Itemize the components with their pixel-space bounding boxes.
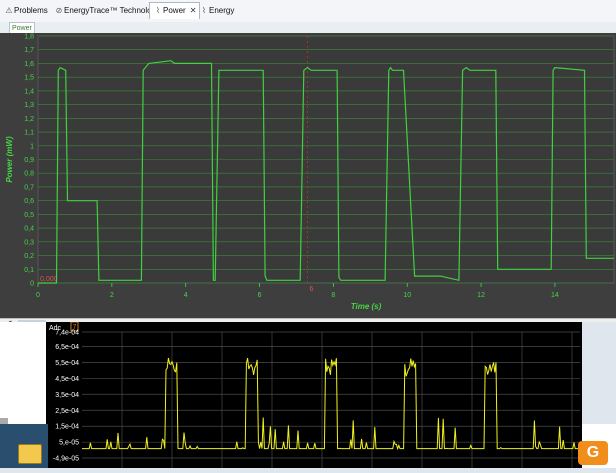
- y-tick-label: 6,5e-04: [55, 344, 79, 351]
- tab-label: Power: [163, 6, 186, 15]
- y-tick-label: 0,4: [24, 226, 34, 233]
- y-tick-label: 1: [30, 143, 34, 150]
- y-tick-label: 0,5: [24, 212, 34, 219]
- energytrace-icon: ⊘: [55, 6, 63, 15]
- y-tick-label: 0,8: [24, 171, 34, 178]
- scroll-stub: [0, 418, 8, 424]
- y-tick-label: 0,7: [24, 184, 34, 191]
- y-tick-label: 0,3: [24, 239, 34, 246]
- marker-label: 0,000: [40, 276, 58, 283]
- x-tick-label: 6: [258, 292, 262, 299]
- adc-chart[interactable]: Adc 7-4,9e-055,e-051,5e-042,5e-043,5e-044…: [0, 321, 582, 468]
- marker-label-mid: 6: [310, 286, 314, 293]
- y-axis-label: Power (mW): [5, 136, 14, 183]
- x-tick-label: 14: [551, 292, 559, 299]
- x-tick-label: 10: [403, 292, 411, 299]
- x-tick-label: 0: [36, 292, 40, 299]
- tab-energy[interactable]: ⌇ Energy: [199, 3, 234, 19]
- y-tick-label: 1,2: [24, 116, 34, 123]
- chart-icon: ⌇: [202, 6, 206, 15]
- tab-label: Energy: [209, 6, 235, 15]
- y-tick-label: 1,5e-04: [55, 424, 79, 431]
- y-tick-label: -4,9e-05: [53, 456, 79, 463]
- y-tick-label: 5,e-05: [59, 440, 79, 447]
- tab-label: EnergyTrace™ Technology: [64, 6, 161, 15]
- y-tick-label: 0: [30, 281, 34, 288]
- problems-icon: ⚠: [5, 6, 13, 15]
- side-panel: [582, 322, 616, 424]
- x-tick-label: 8: [331, 292, 335, 299]
- y-tick-label: 3,5e-04: [55, 392, 79, 399]
- y-tick-label: 1,8: [24, 34, 34, 41]
- power-view-header: Power: [0, 22, 616, 35]
- y-tick-label: 0,6: [24, 198, 34, 205]
- y-tick-label: 1,4: [24, 88, 34, 95]
- x-tick-label: 4: [184, 292, 188, 299]
- adc-panel: Adc 7 -4,9e-05 5,e-05 1,5e-04 2,5e-04 3,5e-04 4…: [0, 321, 616, 468]
- tab-power[interactable]: ⌇ Power ✕: [149, 2, 201, 19]
- tab-energytrace[interactable]: ⊘ EnergyTrace™ Technology: [54, 3, 160, 19]
- y-tick-label: 1,6: [24, 61, 34, 68]
- view-tab-bar: ⚠Problems ⊘ EnergyTrace™ Technology ⌇ Powe…: [0, 0, 616, 23]
- y-tick-label: 1,1: [24, 130, 34, 137]
- y-tick-label: 0,2: [24, 253, 34, 260]
- power-chart[interactable]: 0 0,1 0,2 0,3 0,4 0,5 0,6 0,7 0,8 0,9 1 1,1 1,2 1,3 1,…: [0, 33, 616, 321]
- chart-icon: ⌇: [156, 6, 160, 15]
- y-tick-label: 1,7: [24, 47, 34, 54]
- y-tick-label: 0,9: [24, 157, 34, 164]
- tab-label: Problems: [14, 6, 48, 15]
- x-tick-label: 2: [110, 292, 114, 299]
- tab-problems[interactable]: ⚠Problems: [4, 3, 48, 19]
- folder-icon[interactable]: [18, 444, 42, 464]
- y-tick-label: 7,4e-04: [55, 330, 79, 337]
- app-g-icon[interactable]: G: [578, 441, 608, 465]
- y-tick-label: 0,1: [24, 267, 34, 274]
- y-tick-label: 1,3: [24, 102, 34, 109]
- close-icon[interactable]: ✕: [190, 6, 197, 15]
- y-tick-label: 1,5: [24, 75, 34, 82]
- y-tick-label: 2,5e-04: [55, 408, 79, 415]
- x-tick-label: 12: [477, 292, 485, 299]
- y-tick-label: 5,5e-04: [55, 360, 79, 367]
- power-chart-panel: 0 0,1 0,2 0,3 0,4 0,5 0,6 0,7 0,8 0,9 1 1,1 1,2 1,3 1,…: [0, 33, 616, 321]
- x-axis-label: Time (s): [351, 302, 382, 311]
- y-tick-label: 4,5e-04: [55, 376, 79, 383]
